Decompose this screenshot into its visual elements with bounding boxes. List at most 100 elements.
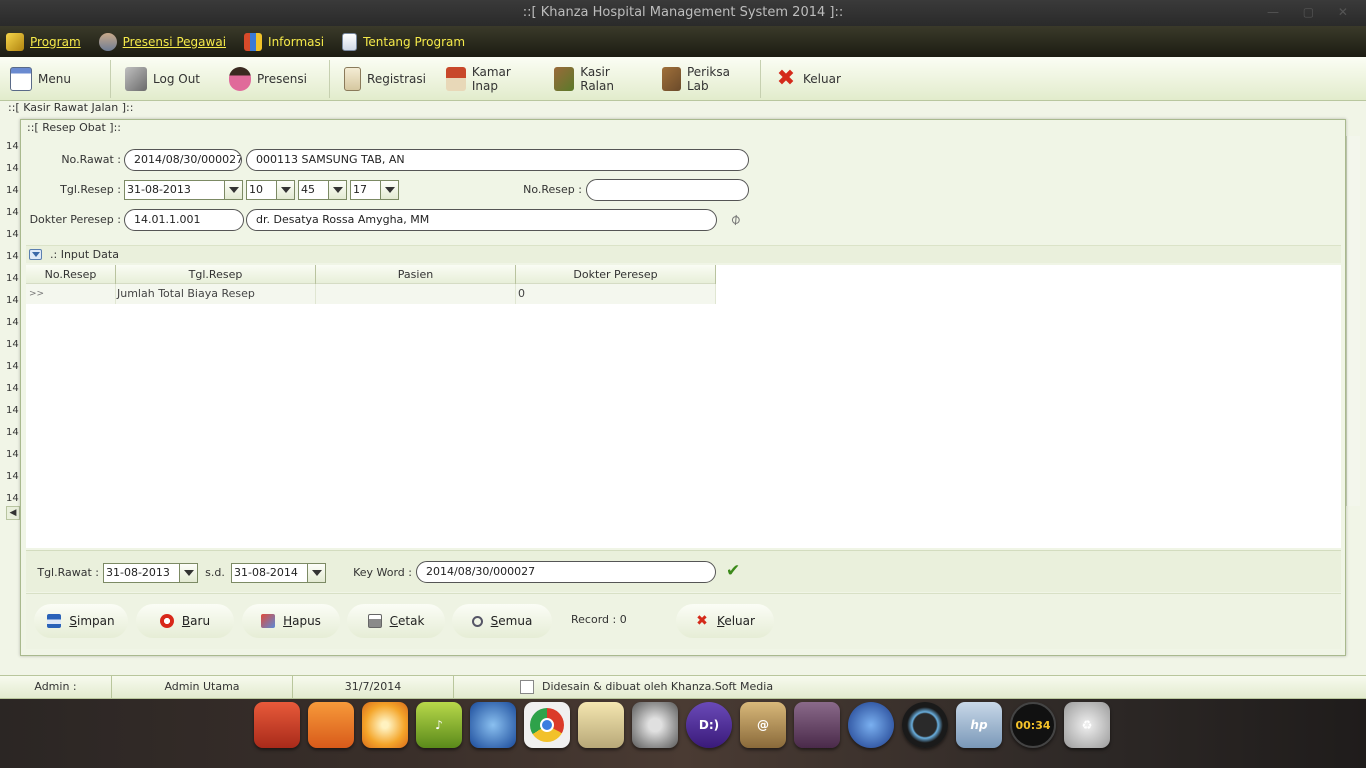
toolbar-kamar-inap-button[interactable]: Kamar Inap [436, 57, 544, 101]
shopping-bag-icon[interactable] [308, 702, 354, 748]
background-row-numbers: 14 14 14 14 14 14 14 14 14 14 14 14 14 1… [6, 136, 20, 510]
earth-globe-icon[interactable] [848, 702, 894, 748]
keys-icon [125, 66, 147, 91]
cell-marker: >> [26, 284, 116, 304]
toolbar-keluar-button[interactable]: ✖ Keluar [765, 57, 855, 101]
bg-row-number: 14 [6, 317, 19, 328]
menubar: Program Presensi Pegawai Informasi Tenta… [0, 26, 1366, 57]
globe-browser-icon[interactable] [470, 702, 516, 748]
toolbar-registrasi-button[interactable]: Registrasi [334, 57, 436, 101]
lab-book-icon [662, 66, 681, 91]
menu-informasi-label: Informasi [268, 34, 325, 49]
chrome-icon[interactable] [524, 702, 570, 748]
window-controls[interactable]: — ▢ ✕ [1267, 0, 1358, 25]
swirl-app-icon[interactable] [362, 702, 408, 748]
col-dokter-peresep[interactable]: Dokter Peresep [516, 265, 716, 284]
background-vertical-scrollbar[interactable] [1346, 136, 1360, 506]
scroll-left-arrow-icon[interactable]: ◀ [6, 506, 20, 520]
menu-presensi-pegawai[interactable]: Presensi Pegawai [98, 32, 226, 51]
toolbar-menu-label: Menu [38, 71, 71, 86]
notes-app-icon[interactable] [578, 702, 624, 748]
mail-app-icon[interactable]: @ [740, 702, 786, 748]
rocket-launcher-icon[interactable] [254, 702, 300, 748]
baru-button[interactable]: Baru [136, 604, 234, 638]
delete-icon [261, 614, 276, 628]
hapus-button[interactable]: Hapus [242, 604, 340, 638]
checkmark-search-icon[interactable]: ✔ [726, 561, 744, 581]
toolbar-separator [760, 59, 761, 98]
toolbar-logout-label: Log Out [153, 71, 201, 86]
keyword-field[interactable]: 2014/08/30/000027 [416, 561, 716, 583]
dock: ♪ D:) @ hp 00:34 ♻ [252, 702, 1114, 754]
menu-program[interactable]: Program [6, 32, 81, 51]
col-no-resep[interactable]: No.Resep [26, 265, 116, 284]
toolbar-periksa-lab-button[interactable]: Periksa Lab [652, 57, 756, 101]
clock-icon[interactable]: 00:34 [1010, 702, 1056, 748]
toolbar-logout-button[interactable]: Log Out [115, 57, 219, 101]
toolbar-kamar-inap-label: Kamar Inap [471, 64, 511, 93]
status-credit-cell: Didesain & dibuat oleh Khanza.Soft Media [454, 676, 774, 698]
nm-dokter-field[interactable]: dr. Desatya Rossa Amygha, MM [246, 209, 717, 231]
col-tgl-resep[interactable]: Tgl.Resep [116, 265, 316, 284]
music-note-icon[interactable]: ♪ [416, 702, 462, 748]
paperclip-icon[interactable]: ⌀ [722, 206, 747, 231]
jam-combo[interactable]: 10 [246, 180, 295, 200]
video-player-icon[interactable] [794, 702, 840, 748]
keluar-label: Keluar [717, 614, 755, 628]
main-toolbar: Menu Log Out Presensi Registrasi Kamar I… [0, 57, 1366, 101]
no-rawat-field[interactable]: 2014/08/30/000027 [124, 149, 242, 171]
cetak-button[interactable]: Cetak [347, 604, 445, 638]
no-rawat-label: No.Rawat : [61, 153, 121, 166]
person-icon [98, 32, 117, 51]
dplus-app-icon[interactable]: D:) [686, 702, 732, 748]
kd-dokter-field[interactable]: 14.01.1.001 [124, 209, 244, 231]
bg-row-number: 14 [6, 295, 19, 306]
dokter-peresep-label: Dokter Peresep : [29, 213, 121, 226]
tgl-resep-label: Tgl.Resep : [60, 183, 121, 196]
input-data-toggle[interactable]: .: Input Data [26, 245, 1341, 263]
tgl-sampai-combo[interactable]: 31-08-2014 [231, 563, 326, 583]
settings-gear-icon[interactable] [632, 702, 678, 748]
menit-combo[interactable]: 45 [298, 180, 347, 200]
chevron-down-icon[interactable] [224, 181, 242, 199]
floppy-disk-icon [47, 614, 62, 628]
window-title: ::[ Khanza Hospital Management System 20… [522, 5, 844, 20]
detik-combo[interactable]: 17 [350, 180, 399, 200]
input-data-label: .: Input Data [50, 248, 119, 261]
bg-row-number: 14 [6, 273, 19, 284]
table-row[interactable]: >> Jumlah Total Biaya Resep 0 [26, 284, 716, 304]
toolbar-presensi-button[interactable]: Presensi [219, 57, 325, 101]
collapse-arrow-icon [29, 249, 42, 260]
col-pasien[interactable]: Pasien [316, 265, 516, 284]
menu-tentang-program[interactable]: Tentang Program [342, 32, 466, 51]
baru-label: Baru [181, 614, 211, 628]
tgl-dari-combo[interactable]: 31-08-2013 [103, 563, 198, 583]
menu-tentang-program-label: Tentang Program [363, 34, 466, 49]
dock-clock-label: 00:34 [1015, 718, 1051, 732]
toolbar-registrasi-label: Registrasi [367, 71, 426, 86]
action-buttons: Simpan Baru Hapus Cetak Semua Record : 0… [26, 593, 1341, 649]
chevron-down-icon[interactable] [179, 564, 197, 582]
bg-row-number: 14 [6, 449, 19, 460]
no-resep-field[interactable] [586, 179, 749, 201]
toolbar-kasir-ralan-button[interactable]: Kasir Ralan [544, 57, 652, 101]
recycle-trash-icon[interactable]: ♻ [1064, 702, 1110, 748]
semua-button[interactable]: Semua [452, 604, 552, 638]
toolbar-menu-button[interactable]: Menu [0, 57, 106, 101]
hp-webcam-icon[interactable]: hp [956, 702, 1002, 748]
chevron-down-icon[interactable] [276, 181, 294, 199]
keluar-button[interactable]: ✖ Keluar [676, 604, 774, 638]
simpan-button[interactable]: Simpan [34, 604, 128, 638]
resep-table: No.Resep Tgl.Resep Pasien Dokter Peresep… [26, 265, 1341, 548]
semua-label: Semua [490, 614, 533, 628]
circle-ring-icon[interactable] [902, 702, 948, 748]
printer-icon [367, 614, 382, 628]
pasien-field[interactable]: 000113 SAMSUNG TAB, AN [246, 149, 749, 171]
chevron-down-icon[interactable] [328, 181, 346, 199]
chevron-down-icon[interactable] [380, 181, 398, 199]
toolbar-periksa-lab-label: Periksa Lab [686, 64, 730, 93]
bg-row-number: 14 [6, 339, 19, 350]
chevron-down-icon[interactable] [307, 564, 325, 582]
menu-informasi[interactable]: Informasi [244, 32, 325, 51]
tgl-resep-combo[interactable]: 31-08-2013 [124, 180, 243, 200]
